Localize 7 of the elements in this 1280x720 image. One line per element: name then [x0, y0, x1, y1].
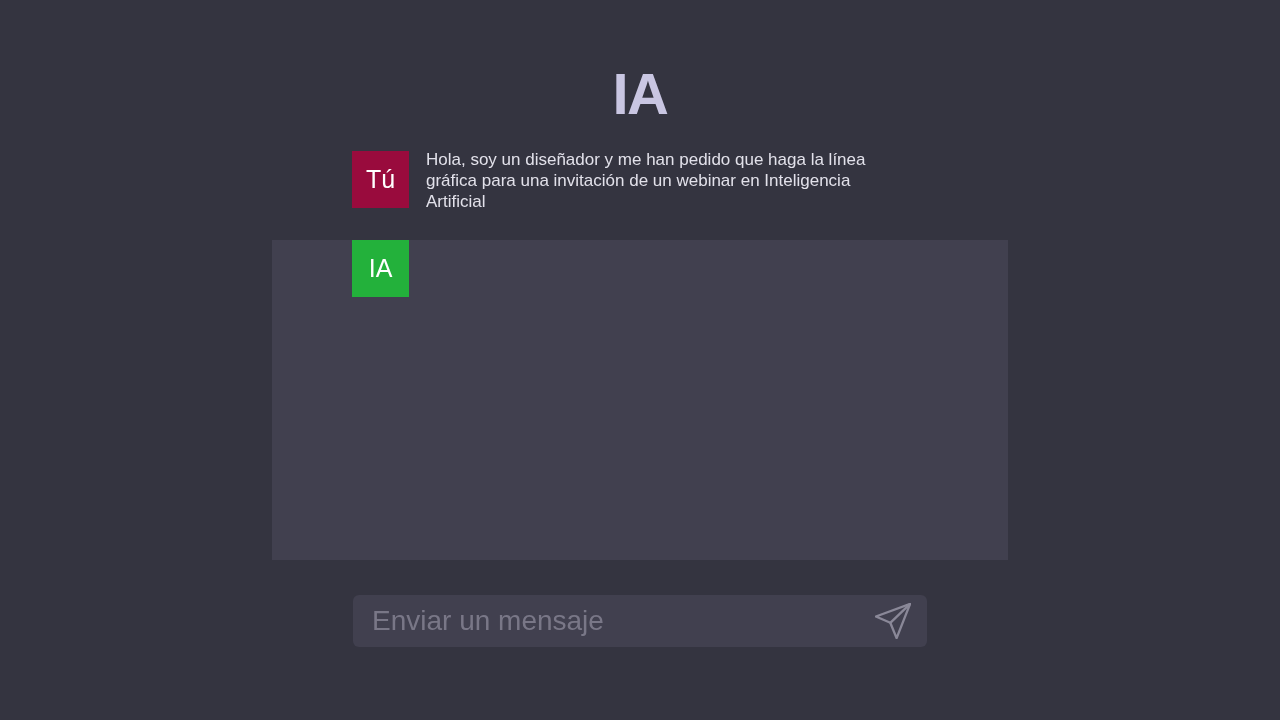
- send-button[interactable]: [875, 603, 911, 639]
- page-title: IA: [612, 64, 668, 124]
- avatar: IA: [352, 240, 409, 297]
- send-icon: [875, 603, 911, 639]
- message-input[interactable]: Enviar un mensaje: [353, 595, 927, 647]
- message-text: Hola, soy un diseñador y me han pedido que haga la línea gráfica para una invitación de un webinar en Inteligencia Artificial: [426, 149, 867, 212]
- avatar: Tú: [352, 151, 409, 208]
